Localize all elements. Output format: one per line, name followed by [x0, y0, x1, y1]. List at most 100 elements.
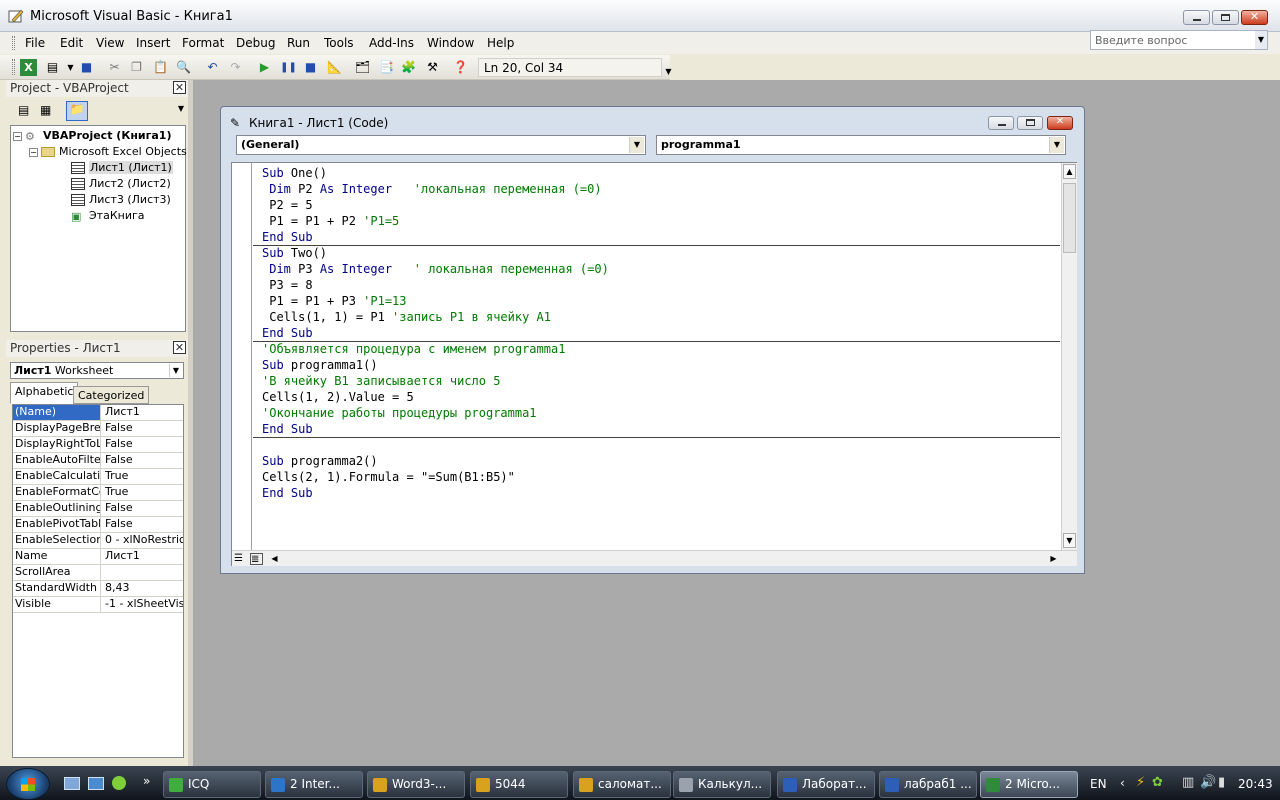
- tree-item-vbaproject[interactable]: − ⚙ VBAProject (Книга1): [13, 129, 171, 143]
- code-line[interactable]: P3 = 8: [262, 278, 312, 294]
- property-row[interactable]: EnableCalculationTrue: [13, 469, 183, 485]
- horizontal-scrollbar[interactable]: ☰ ≣ ◀ ▶: [232, 550, 1077, 566]
- code-line[interactable]: 'Объявляется процедура с именем programm…: [262, 342, 565, 358]
- help-icon[interactable]: ❓: [452, 59, 469, 76]
- tray-expand-icon[interactable]: ‹: [1120, 776, 1125, 790]
- properties-close-icon[interactable]: ✕: [173, 341, 186, 354]
- project-explorer-icon[interactable]: 🗂: [354, 59, 371, 76]
- taskbar-button[interactable]: 5044: [470, 771, 568, 798]
- insert-userform-icon[interactable]: ▤: [44, 59, 61, 76]
- code-lines[interactable]: Sub One() Dim P2 As Integer 'локальная п…: [232, 163, 1061, 550]
- quicklaunch-icq-icon[interactable]: [112, 776, 126, 790]
- toggle-folders-icon[interactable]: 📁: [66, 101, 88, 121]
- property-value[interactable]: 8,43: [103, 581, 183, 596]
- property-row[interactable]: StandardWidth 8,43: [13, 581, 183, 597]
- property-row[interactable]: DisplayPageBreakFalse: [13, 421, 183, 437]
- property-row[interactable]: ScrollArea: [13, 565, 183, 581]
- cut-icon[interactable]: ✂: [106, 59, 123, 76]
- toolbox-icon[interactable]: ⚒: [424, 59, 441, 76]
- property-value[interactable]: 0 - xlNoRestrictio: [103, 533, 183, 548]
- taskbar-button[interactable]: ICQ: [163, 771, 261, 798]
- collapse-icon[interactable]: −: [29, 148, 38, 157]
- start-button[interactable]: [6, 768, 50, 800]
- code-line[interactable]: Dim P3 As Integer ' локальная переменная…: [262, 262, 609, 278]
- property-value[interactable]: False: [103, 517, 183, 532]
- view-excel-icon[interactable]: X: [20, 59, 37, 76]
- object-combo[interactable]: (General) ▼: [236, 135, 646, 155]
- tree-item-thisworkbook[interactable]: ▣ ЭтаКнига: [71, 209, 145, 223]
- code-editor[interactable]: Sub One() Dim P2 As Integer 'локальная п…: [231, 162, 1077, 566]
- code-line[interactable]: End Sub: [262, 230, 313, 246]
- code-line[interactable]: Sub Two(): [262, 246, 327, 262]
- scroll-up-icon[interactable]: ▲: [1063, 164, 1076, 179]
- toolbar-options-icon[interactable]: ▼: [660, 63, 677, 80]
- code-line[interactable]: Sub programma2(): [262, 454, 378, 470]
- chevron-down-icon[interactable]: ▼: [1049, 137, 1064, 153]
- menu-run[interactable]: Run: [284, 34, 313, 52]
- code-line[interactable]: Cells(2, 1).Formula = "=Sum(B1:B5)": [262, 470, 515, 486]
- menu-edit[interactable]: Edit: [57, 34, 86, 52]
- chevron-down-icon[interactable]: ▼: [169, 364, 182, 377]
- taskbar-button[interactable]: Калькул...: [673, 771, 771, 798]
- property-row[interactable]: DisplayRightToLefFalse: [13, 437, 183, 453]
- scroll-thumb[interactable]: [1063, 183, 1076, 253]
- property-row[interactable]: (Name) Лист1: [13, 405, 183, 421]
- code-line[interactable]: End Sub: [262, 422, 313, 438]
- find-icon[interactable]: 🔍: [175, 59, 192, 76]
- taskbar-button[interactable]: 2 Micro...: [980, 771, 1078, 798]
- tray-power-icon[interactable]: ▮: [1218, 775, 1225, 790]
- property-value[interactable]: False: [103, 437, 183, 452]
- property-value[interactable]: False: [103, 453, 183, 468]
- property-row[interactable]: EnableSelection0 - xlNoRestrictio: [13, 533, 183, 549]
- property-value[interactable]: [103, 565, 183, 580]
- property-row[interactable]: EnableOutlining False: [13, 501, 183, 517]
- menu-add-ins[interactable]: Add-Ins: [366, 34, 417, 52]
- taskbar-button[interactable]: лабраб1 ...: [879, 771, 977, 798]
- minimize-button[interactable]: [1183, 10, 1210, 25]
- procedure-combo[interactable]: programma1 ▼: [656, 135, 1066, 155]
- menu-help[interactable]: Help: [484, 34, 517, 52]
- code-restore-button[interactable]: [1017, 116, 1043, 130]
- property-row[interactable]: EnableFormatConTrue: [13, 485, 183, 501]
- taskbar-button[interactable]: Лаборат...: [777, 771, 875, 798]
- code-line[interactable]: Dim P2 As Integer 'локальная переменная …: [262, 182, 601, 198]
- property-value[interactable]: True: [103, 469, 183, 484]
- property-row[interactable]: EnableAutoFilter False: [13, 453, 183, 469]
- tray-clock[interactable]: 20:43: [1238, 777, 1273, 791]
- undo-icon[interactable]: ↶: [204, 59, 221, 76]
- help-search-input[interactable]: Введите вопрос ▼: [1090, 30, 1268, 50]
- tree-item-excel-objects[interactable]: − Microsoft Excel Objects: [29, 145, 187, 158]
- code-line[interactable]: End Sub: [262, 326, 313, 342]
- restore-button[interactable]: [1212, 10, 1239, 25]
- properties-window-icon[interactable]: 📑: [378, 59, 395, 76]
- code-line[interactable]: Cells(1, 2).Value = 5: [262, 390, 414, 406]
- code-line[interactable]: Cells(1, 1) = P1 'запись P1 в ячейку A1: [262, 310, 551, 326]
- code-line[interactable]: P1 = P1 + P3 'P1=13: [262, 294, 406, 310]
- code-line[interactable]: Sub One(): [262, 166, 327, 182]
- code-line[interactable]: P1 = P1 + P2 'P1=5: [262, 214, 399, 230]
- property-row[interactable]: Visible-1 - xlSheetVisib: [13, 597, 183, 613]
- property-value[interactable]: False: [103, 501, 183, 516]
- quicklaunch-more-icon[interactable]: »: [143, 774, 150, 788]
- taskbar-button[interactable]: 2 Inter...: [265, 771, 363, 798]
- taskbar-button[interactable]: Word3-...: [367, 771, 465, 798]
- property-value[interactable]: False: [103, 421, 183, 436]
- tray-network-icon[interactable]: ▥: [1182, 775, 1194, 790]
- tree-item-sheet1[interactable]: Лист1 (Лист1): [71, 161, 173, 174]
- help-dropdown-icon[interactable]: ▼: [1255, 31, 1267, 49]
- property-row[interactable]: Name Лист1: [13, 549, 183, 565]
- tab-categorized[interactable]: Categorized: [73, 386, 150, 404]
- redo-icon[interactable]: ↷: [227, 59, 244, 76]
- property-value[interactable]: -1 - xlSheetVisib: [103, 597, 183, 612]
- procedure-view-icon[interactable]: ☰: [234, 553, 247, 565]
- show-desktop-icon[interactable]: [64, 777, 80, 790]
- break-icon[interactable]: ❚❚: [280, 59, 297, 76]
- code-line[interactable]: P2 = 5: [262, 198, 312, 214]
- full-module-view-icon[interactable]: ≣: [250, 553, 263, 565]
- project-toolbar-dropdown-icon[interactable]: ▼: [178, 104, 184, 113]
- reset-icon[interactable]: ■: [302, 59, 319, 76]
- design-mode-icon[interactable]: 📐: [326, 59, 343, 76]
- code-minimize-button[interactable]: [988, 116, 1014, 130]
- save-icon[interactable]: ■: [78, 59, 95, 76]
- collapse-icon[interactable]: −: [13, 132, 22, 141]
